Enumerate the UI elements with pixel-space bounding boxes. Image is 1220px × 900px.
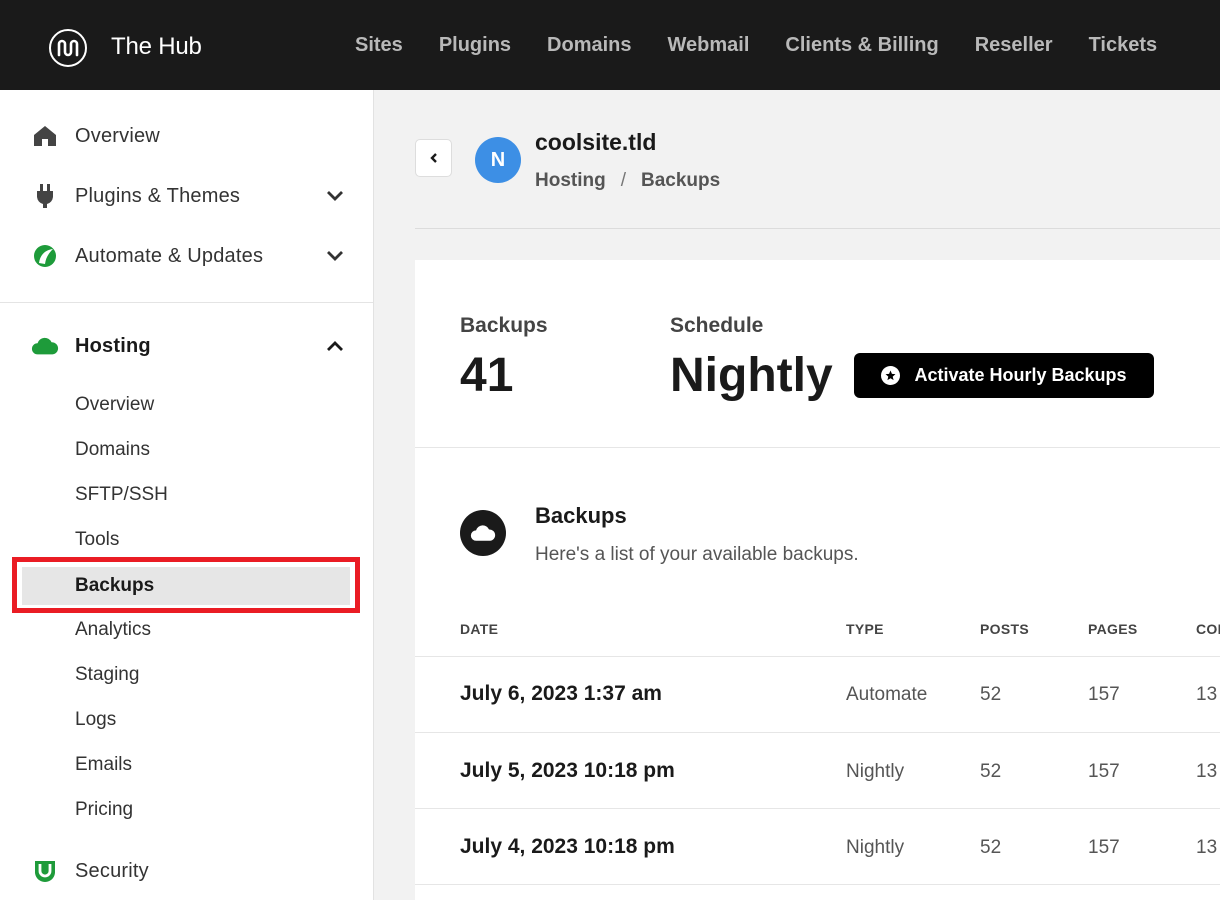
column-header-posts[interactable]: POSTS <box>980 621 1029 637</box>
sidebar-item-label: Security <box>75 859 149 882</box>
top-bar: The Hub Sites Plugins Domains Webmail Cl… <box>0 0 1220 90</box>
hosting-sub-domains[interactable]: Domains <box>75 435 150 465</box>
row-pages: 157 <box>1088 761 1120 782</box>
breadcrumb-backups: Backups <box>641 170 721 191</box>
column-header-comments[interactable]: COMMENTS <box>1196 621 1220 637</box>
row-date: July 4, 2023 10:18 pm <box>460 835 675 858</box>
chevron-down-icon[interactable] <box>322 183 348 209</box>
hosting-sub-backups[interactable]: Backups <box>75 571 154 601</box>
sidebar-item-security[interactable]: Security <box>0 846 373 896</box>
table-row[interactable] <box>415 884 1220 900</box>
nav-sites[interactable]: Sites <box>355 34 403 57</box>
page-title: coolsite.tld <box>535 129 657 155</box>
section-title: Backups <box>535 503 627 528</box>
cloud-icon <box>460 510 506 556</box>
row-type: Automate <box>846 684 928 705</box>
card-divider <box>415 447 1220 448</box>
row-pages: 157 <box>1088 684 1120 705</box>
backups-count-value: 41 <box>460 349 514 402</box>
hosting-sub-pricing[interactable]: Pricing <box>75 795 133 825</box>
chevron-down-icon[interactable] <box>322 243 348 269</box>
row-comments: 13 <box>1196 837 1218 858</box>
nav-domains[interactable]: Domains <box>547 34 631 57</box>
sidebar-item-hosting[interactable]: Hosting <box>0 321 373 371</box>
hosting-sub-overview[interactable]: Overview <box>75 390 154 420</box>
row-type: Nightly <box>846 837 905 858</box>
column-header-pages[interactable]: PAGES <box>1088 621 1137 637</box>
nav-plugins[interactable]: Plugins <box>439 34 511 57</box>
activate-hourly-backups-button[interactable]: Activate Hourly Backups <box>854 353 1154 398</box>
row-comments: 13 <box>1196 684 1218 705</box>
nav-webmail[interactable]: Webmail <box>668 34 750 57</box>
row-date: July 5, 2023 10:18 pm <box>460 759 675 782</box>
breadcrumb: Hosting / Backups <box>535 170 720 192</box>
section-description: Here's a list of your available backups. <box>535 544 859 565</box>
sidebar-divider <box>0 302 373 303</box>
back-button[interactable] <box>415 139 452 177</box>
row-date: July 6, 2023 1:37 am <box>460 682 662 705</box>
shield-icon <box>31 857 59 885</box>
nav-clients-billing[interactable]: Clients & Billing <box>785 34 938 57</box>
row-comments: 13 <box>1196 761 1218 782</box>
breadcrumb-separator: / <box>620 170 626 191</box>
sidebar-item-plugins-themes[interactable]: Plugins & Themes <box>0 171 373 221</box>
breadcrumb-hosting[interactable]: Hosting <box>535 170 606 192</box>
nav-tickets[interactable]: Tickets <box>1089 34 1158 57</box>
nav-reseller[interactable]: Reseller <box>975 34 1053 57</box>
row-posts: 52 <box>980 837 1002 858</box>
cloud-icon <box>31 332 59 360</box>
row-pages: 157 <box>1088 837 1120 858</box>
sidebar-item-label: Plugins & Themes <box>75 184 241 207</box>
sidebar: Overview Plugins & Themes Automate & Upd… <box>0 90 374 900</box>
sidebar-item-label: Overview <box>75 124 160 147</box>
sidebar-item-automate-updates[interactable]: Automate & Updates <box>0 231 373 281</box>
hosting-sub-analytics[interactable]: Analytics <box>75 615 151 645</box>
column-header-type[interactable]: TYPE <box>846 621 884 637</box>
header-divider <box>415 228 1220 229</box>
brand-name[interactable]: The Hub <box>111 33 202 61</box>
home-icon <box>31 122 59 150</box>
chevron-up-icon[interactable] <box>322 333 348 359</box>
hosting-sub-sftp-ssh[interactable]: SFTP/SSH <box>75 480 168 510</box>
row-type: Nightly <box>846 761 905 782</box>
hosting-sub-emails[interactable]: Emails <box>75 750 132 780</box>
activate-button-label: Activate Hourly Backups <box>914 365 1127 385</box>
sidebar-item-label: Hosting <box>75 334 151 357</box>
row-posts: 52 <box>980 761 1002 782</box>
hosting-sub-logs[interactable]: Logs <box>75 705 116 735</box>
sidebar-item-label: Automate & Updates <box>75 244 264 267</box>
schedule-value: Nightly <box>670 349 833 402</box>
automate-icon <box>31 242 59 270</box>
star-icon <box>881 366 901 385</box>
row-posts: 52 <box>980 684 1002 705</box>
hosting-sub-staging[interactable]: Staging <box>75 660 139 690</box>
schedule-label: Schedule <box>670 314 764 337</box>
chevron-left-icon <box>429 153 437 163</box>
hosting-sub-tools[interactable]: Tools <box>75 525 119 555</box>
site-avatar: N <box>475 137 521 183</box>
sidebar-item-overview[interactable]: Overview <box>0 111 373 161</box>
top-nav: Sites Plugins Domains Webmail Clients & … <box>355 0 1193 90</box>
plug-icon <box>31 182 59 210</box>
hub-logo-icon[interactable] <box>49 29 87 67</box>
red-highlight-box <box>12 557 360 613</box>
column-header-date[interactable]: DATE <box>460 621 498 637</box>
backups-count-label: Backups <box>460 314 548 337</box>
